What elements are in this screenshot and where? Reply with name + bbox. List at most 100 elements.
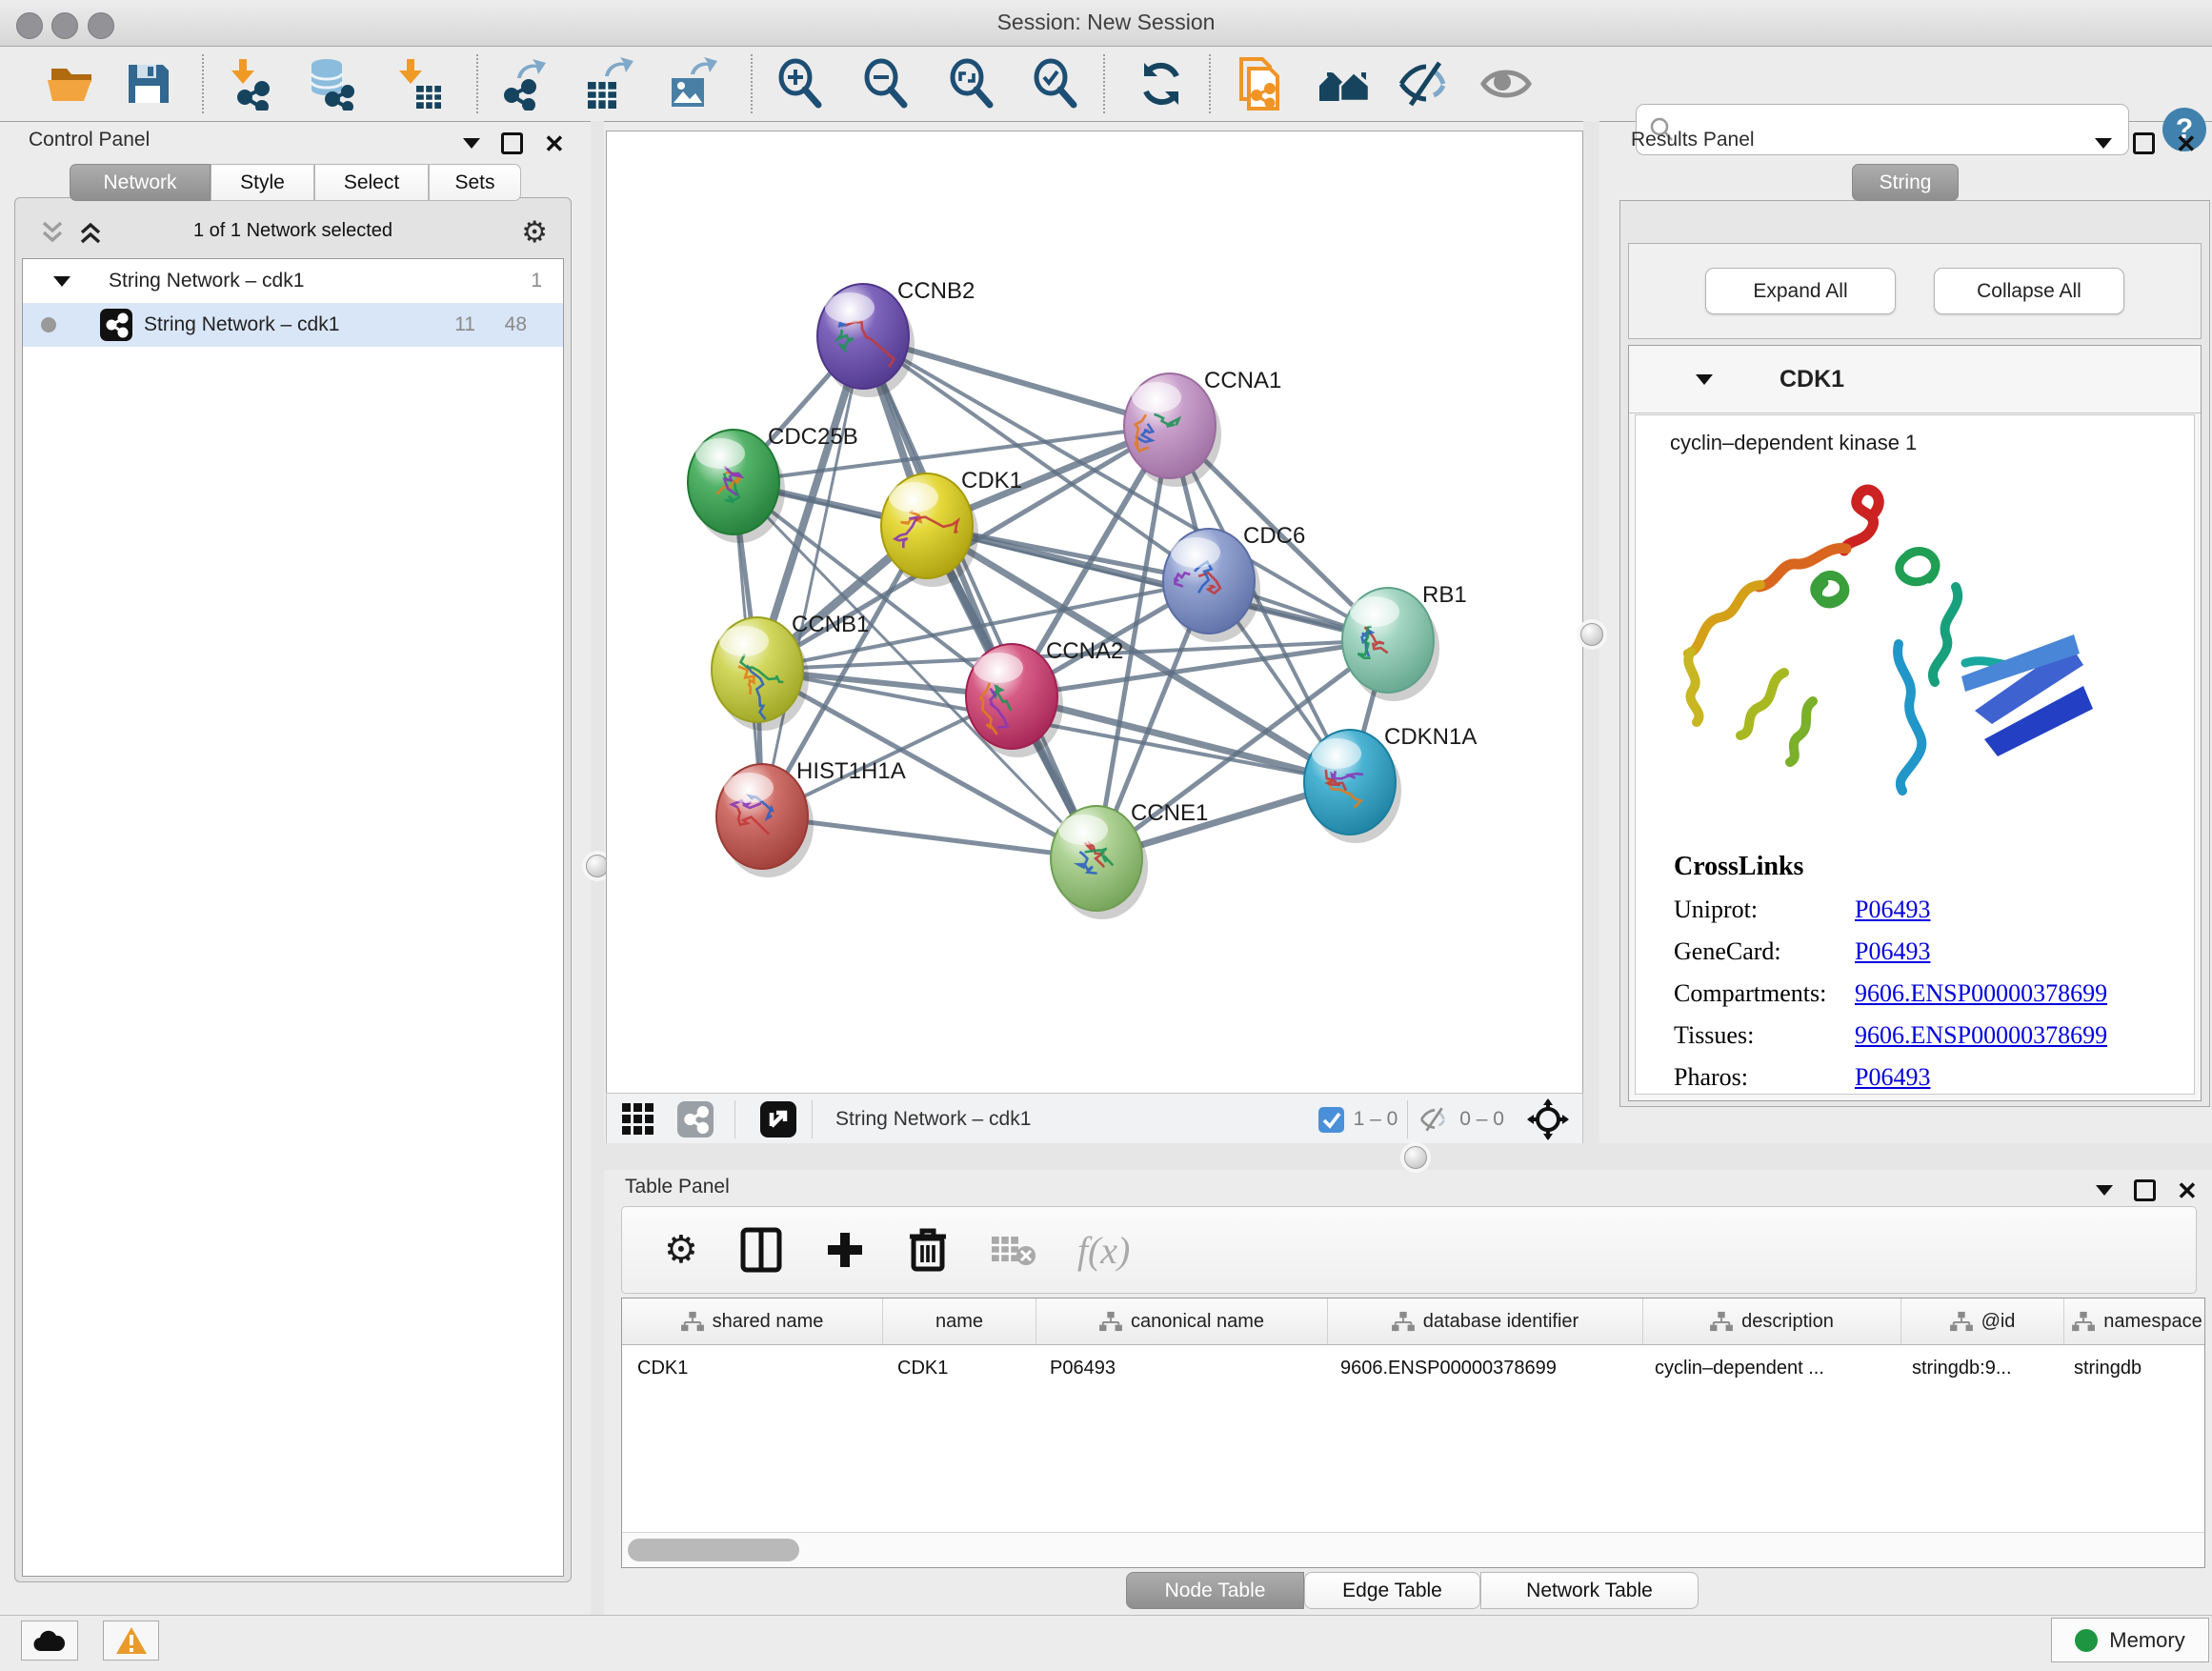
network-node-count: 11 [454, 313, 475, 336]
column-header-0[interactable]: shared name [622, 1299, 883, 1344]
column-header-3[interactable]: database identifier [1328, 1299, 1643, 1344]
selected-checkbox-icon[interactable] [1318, 1107, 1344, 1133]
save-session-button[interactable] [120, 56, 175, 111]
cytoscape-window: Session: New Session [0, 0, 2212, 1671]
zoom-in-button[interactable] [772, 56, 827, 111]
add-column-icon[interactable] [824, 1229, 866, 1271]
node-result-content: cyclin–dependent kinase 1 [1635, 414, 2195, 1095]
panel-close-icon[interactable]: ✕ [544, 134, 565, 153]
column-header-1[interactable]: name [883, 1299, 1036, 1344]
network-share-toggle-icon[interactable] [677, 1101, 714, 1137]
node-result-header[interactable]: CDK1 [1629, 346, 2201, 413]
panel-float-icon[interactable] [2134, 1179, 2156, 1201]
right-splitter[interactable] [1583, 121, 1599, 1170]
tab-select[interactable]: Select [314, 164, 429, 201]
column-label: name [935, 1311, 983, 1333]
column-header-6[interactable]: namespace [2064, 1299, 2205, 1344]
column-header-5[interactable]: @id [1901, 1299, 2064, 1344]
network-canvas[interactable]: CCNB2CCNA1CDC25BCDK1CDC6RB1CCNB1CCNA2CDK… [606, 131, 1583, 1094]
warnings-button[interactable] [103, 1621, 159, 1661]
export-table-button[interactable] [579, 56, 634, 111]
scrollbar-thumb[interactable] [628, 1539, 799, 1561]
memory-button[interactable]: Memory [2051, 1618, 2209, 1662]
crosslink-link[interactable]: 9606.ENSP00000378699 [1855, 1021, 2107, 1050]
export-image-button[interactable] [663, 56, 718, 111]
zoom-out-icon [858, 57, 912, 111]
open-in-new-icon[interactable] [760, 1101, 796, 1137]
birds-eye-crosshair-icon[interactable] [1527, 1098, 1569, 1140]
network-graph[interactable]: CCNB2CCNA1CDC25BCDK1CDC6RB1CCNB1CCNA2CDK… [607, 131, 1582, 1093]
cell-2[interactable]: P06493 [1035, 1345, 1325, 1391]
zoom-fit-button[interactable] [943, 56, 998, 111]
zoom-selected-button[interactable] [1027, 56, 1082, 111]
tab-node-table[interactable]: Node Table [1126, 1572, 1304, 1609]
bottom-splitter-handle[interactable] [1404, 1146, 1427, 1169]
crosslink-row: Uniprot:P06493 [1674, 896, 2194, 924]
zoom-out-button[interactable] [857, 56, 913, 111]
hide-results-button[interactable] [1397, 56, 1452, 111]
panel-close-icon[interactable]: ✕ [2176, 134, 2197, 153]
tree-expander-icon[interactable] [53, 276, 70, 287]
table-row[interactable]: CDK1CDK1P064939606.ENSP00000378699cyclin… [622, 1345, 2204, 1391]
save-floppy-icon [121, 57, 174, 111]
string-import-button[interactable] [1231, 56, 1286, 111]
network-share-icon [100, 309, 132, 341]
open-folder-icon [45, 57, 98, 111]
cell-0[interactable]: CDK1 [622, 1345, 882, 1391]
tab-style[interactable]: Style [211, 164, 314, 201]
tab-network[interactable]: Network [70, 164, 211, 201]
table-gear-icon[interactable]: ⚙ [664, 1228, 698, 1272]
main-toolbar: ? [0, 47, 2212, 122]
panel-float-icon[interactable] [2133, 132, 2155, 154]
show-results-button[interactable] [1478, 56, 1534, 111]
left-splitter[interactable] [591, 121, 604, 1615]
import-network-database-button[interactable] [305, 56, 360, 111]
import-table-button[interactable] [391, 56, 446, 111]
column-header-2[interactable]: canonical name [1036, 1299, 1328, 1344]
export-network-button[interactable] [495, 56, 551, 111]
cell-5[interactable]: stringdb:9... [1897, 1345, 2059, 1391]
expand-all-button[interactable]: Expand All [1705, 268, 1896, 314]
column-header-4[interactable]: description [1643, 1299, 1901, 1344]
cell-4[interactable]: cyclin–dependent ... [1639, 1345, 1897, 1391]
column-label: namespace [2103, 1311, 2202, 1333]
cell-6[interactable]: stringdb [2059, 1345, 2204, 1391]
crosslink-link[interactable]: 9606.ENSP00000378699 [1855, 979, 2107, 1008]
cell-3[interactable]: 9606.ENSP00000378699 [1325, 1345, 1639, 1391]
panel-menu-icon[interactable] [463, 138, 480, 149]
network-collection-row[interactable]: String Network – cdk1 1 [23, 259, 563, 303]
graph-node-label: CDK1 [961, 468, 1022, 493]
grid-view-icon[interactable] [620, 1101, 656, 1137]
network-status-dot [41, 317, 56, 332]
string-home-button[interactable] [1317, 56, 1372, 111]
crosslink-link[interactable]: P06493 [1855, 896, 1930, 924]
network-row[interactable]: String Network – cdk1 11 48 [23, 303, 563, 347]
delete-column-icon[interactable] [908, 1227, 948, 1273]
graph-node-label: HIST1H1A [796, 758, 906, 784]
tab-string[interactable]: String [1852, 164, 1959, 201]
panel-menu-icon[interactable] [2095, 138, 2112, 149]
horizontal-scrollbar[interactable] [622, 1532, 2204, 1567]
tab-sets[interactable]: Sets [429, 164, 521, 201]
cell-1[interactable]: CDK1 [882, 1345, 1035, 1391]
cloud-status-button[interactable] [21, 1621, 78, 1661]
panel-close-icon[interactable]: ✕ [2177, 1181, 2198, 1200]
panel-float-icon[interactable] [501, 132, 523, 154]
panel-menu-icon[interactable] [2096, 1185, 2113, 1196]
gear-icon[interactable]: ⚙ [521, 215, 548, 250]
table-panel: Table Panel ✕ ⚙ [604, 1170, 2212, 1615]
open-session-button[interactable] [44, 56, 99, 111]
columns-icon[interactable] [740, 1227, 782, 1273]
column-type-icon [1392, 1311, 1415, 1332]
graph-node-label: CCNA2 [1046, 638, 1123, 664]
refresh-button[interactable] [1134, 56, 1189, 111]
crosslink-link[interactable]: P06493 [1855, 937, 1930, 966]
separator [1407, 1100, 1408, 1138]
collapse-all-button[interactable]: Collapse All [1934, 268, 2124, 314]
section-expander-icon[interactable] [1696, 374, 1713, 385]
crosslink-link[interactable]: P06493 [1855, 1063, 1930, 1092]
tab-edge-table[interactable]: Edge Table [1304, 1572, 1480, 1609]
export-table-icon [580, 57, 633, 111]
import-network-file-button[interactable] [223, 56, 278, 111]
tab-network-table[interactable]: Network Table [1480, 1572, 1699, 1609]
